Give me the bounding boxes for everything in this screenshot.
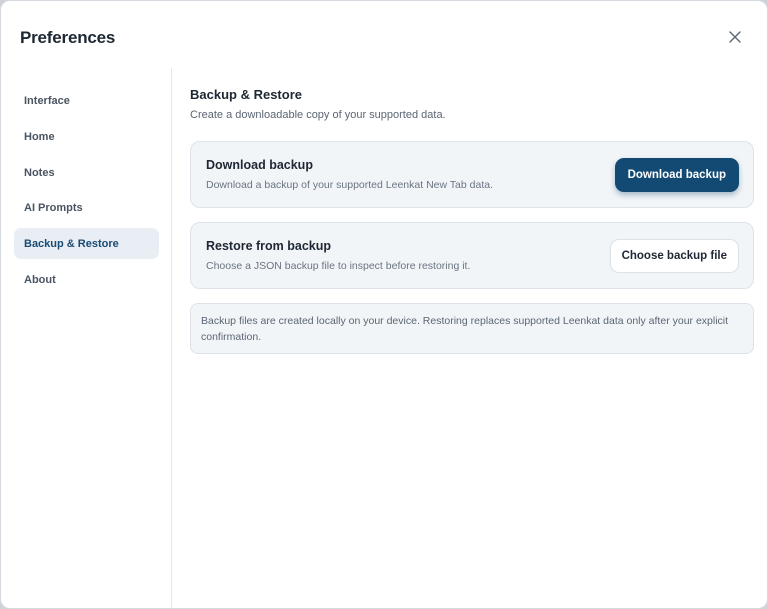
sidebar-item-about[interactable]: About [14,264,159,295]
choose-backup-file-button[interactable]: Choose backup file [609,239,739,273]
sidebar-item-label: About [24,273,56,286]
section-title: Backup & Restore [190,87,302,102]
sidebar-item-label: Backup & Restore [24,237,119,250]
sidebar-item-interface[interactable]: Interface [14,85,159,116]
sidebar-item-label: Notes [24,166,55,179]
sidebar-item-notes[interactable]: Notes [14,157,159,188]
download-card-title: Download backup [206,158,313,172]
download-backup-button[interactable]: Download backup [614,158,739,192]
restore-card-description: Choose a JSON backup file to inspect bef… [206,260,471,272]
sidebar-item-home[interactable]: Home [14,121,159,152]
sidebar-item-label: AI Prompts [24,201,83,214]
sidebar: Interface Home Notes AI Prompts Backup &… [1,68,172,608]
preferences-dialog: Preferences Interface Home Notes AI Prom… [0,0,768,609]
restore-backup-card: Restore from backup Choose a JSON backup… [190,222,754,289]
sidebar-item-backup-restore[interactable]: Backup & Restore [14,228,159,259]
sidebar-item-label: Interface [24,94,70,107]
restore-card-title: Restore from backup [206,239,332,253]
download-card-description: Download a backup of your supported Leen… [206,179,493,191]
sidebar-item-label: Home [24,130,55,143]
close-button[interactable] [723,25,747,49]
download-backup-card: Download backup Download a backup of you… [190,141,754,208]
sidebar-item-ai-prompts[interactable]: AI Prompts [14,192,159,223]
dialog-title: Preferences [20,28,116,47]
backup-info-note: Backup files are created locally on your… [190,303,754,354]
close-icon [729,31,741,43]
section-subtitle: Create a downloadable copy of your suppo… [190,109,446,121]
